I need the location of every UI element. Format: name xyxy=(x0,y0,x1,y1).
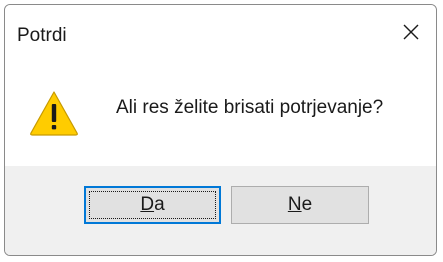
no-mnemonic: N xyxy=(287,194,302,215)
dialog-content: Ali res želite brisati potrjevanje? xyxy=(5,63,436,166)
close-icon xyxy=(403,24,419,40)
dialog-message: Ali res želite brisati potrjevanje? xyxy=(116,97,384,118)
title-bar: Potrdi xyxy=(5,5,436,63)
confirm-dialog: Potrdi Ali res želite brisati potrjevanj… xyxy=(4,4,437,256)
button-bar: Da Ne xyxy=(5,166,436,255)
yes-mnemonic: D xyxy=(140,194,155,215)
no-label-rest: e xyxy=(301,194,313,215)
close-button[interactable] xyxy=(396,17,426,47)
no-button[interactable]: Ne xyxy=(231,186,369,224)
dialog-title: Potrdi xyxy=(17,25,67,46)
yes-button-label: Da xyxy=(140,194,164,216)
yes-button[interactable]: Da xyxy=(84,186,221,224)
warning-icon xyxy=(30,91,78,136)
no-button-label: Ne xyxy=(288,194,312,216)
yes-label-rest: a xyxy=(154,194,165,215)
